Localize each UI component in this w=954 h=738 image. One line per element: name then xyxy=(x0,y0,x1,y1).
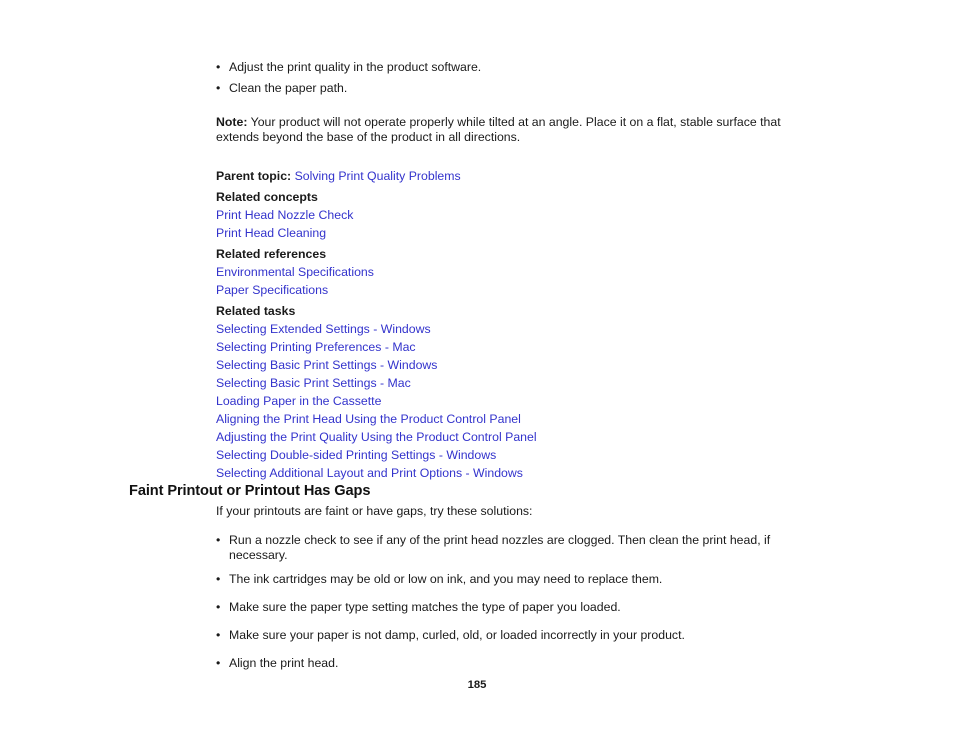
list-item: • Align the print head. xyxy=(216,656,820,671)
related-link[interactable]: Environmental Specifications xyxy=(216,263,820,281)
solutions-bullet-list: • Run a nozzle check to see if any of th… xyxy=(216,533,820,671)
related-link[interactable]: Selecting Double-sided Printing Settings… xyxy=(216,446,820,464)
list-item-text: Align the print head. xyxy=(229,656,339,670)
bullet-dot-icon: • xyxy=(216,572,221,586)
section-heading-container: Faint Printout or Printout Has Gaps xyxy=(129,482,829,500)
note-label: Note: xyxy=(216,115,248,129)
list-item: • Adjust the print quality in the produc… xyxy=(216,60,820,75)
bullet-dot-icon: • xyxy=(216,600,221,614)
list-item-text: The ink cartridges may be old or low on … xyxy=(229,572,663,586)
note-paragraph: Note: Your product will not operate prop… xyxy=(216,115,820,145)
related-group-heading: Related concepts xyxy=(216,190,318,204)
bullet-dot-icon: • xyxy=(216,81,221,95)
note-text: Your product will not operate properly w… xyxy=(216,115,781,144)
related-link[interactable]: Adjusting the Print Quality Using the Pr… xyxy=(216,428,820,446)
parent-topic-link[interactable]: Solving Print Quality Problems xyxy=(295,169,461,183)
related-link[interactable]: Paper Specifications xyxy=(216,281,820,299)
bullet-dot-icon: • xyxy=(216,60,221,74)
related-link[interactable]: Loading Paper in the Cassette xyxy=(216,392,820,410)
top-bullet-list: • Adjust the print quality in the produc… xyxy=(216,60,820,96)
document-page: • Adjust the print quality in the produc… xyxy=(0,0,954,738)
list-item: • The ink cartridges may be old or low o… xyxy=(216,572,820,587)
list-item: • Run a nozzle check to see if any of th… xyxy=(216,533,820,563)
related-link[interactable]: Selecting Printing Preferences - Mac xyxy=(216,338,820,356)
related-link[interactable]: Selecting Basic Print Settings - Mac xyxy=(216,374,820,392)
bullet-dot-icon: • xyxy=(216,533,221,547)
parent-topic-label: Parent topic: xyxy=(216,169,292,183)
related-references-group: Related references Environmental Specifi… xyxy=(216,245,820,299)
bullet-dot-icon: • xyxy=(216,628,221,642)
related-tasks-group: Related tasks Selecting Extended Setting… xyxy=(216,302,820,482)
related-link[interactable]: Aligning the Print Head Using the Produc… xyxy=(216,410,820,428)
list-item: • Make sure your paper is not damp, curl… xyxy=(216,628,820,643)
related-group-heading: Related references xyxy=(216,247,327,261)
list-item-text: Run a nozzle check to see if any of the … xyxy=(229,533,771,562)
related-link[interactable]: Selecting Additional Layout and Print Op… xyxy=(216,464,820,482)
related-group-heading: Related tasks xyxy=(216,304,296,318)
list-item: • Make sure the paper type setting match… xyxy=(216,600,820,615)
list-item-text: Adjust the print quality in the product … xyxy=(229,60,482,74)
related-concepts-group: Related concepts Print Head Nozzle Check… xyxy=(216,188,820,242)
intro-paragraph: If your printouts are faint or have gaps… xyxy=(216,504,533,518)
list-item-text: Clean the paper path. xyxy=(229,81,348,95)
related-link[interactable]: Print Head Nozzle Check xyxy=(216,206,820,224)
list-item-text: Make sure your paper is not damp, curled… xyxy=(229,628,685,642)
bullet-dot-icon: • xyxy=(216,656,221,670)
list-item-text: Make sure the paper type setting matches… xyxy=(229,600,621,614)
related-link[interactable]: Selecting Basic Print Settings - Windows xyxy=(216,356,820,374)
related-link[interactable]: Selecting Extended Settings - Windows xyxy=(216,320,820,338)
top-content-block: • Adjust the print quality in the produc… xyxy=(216,60,820,482)
page-number: 185 xyxy=(467,679,487,691)
faint-printout-content: If your printouts are faint or have gaps… xyxy=(216,504,820,671)
parent-topic-line: Parent topic: Solving Print Quality Prob… xyxy=(216,167,820,185)
page-title: Faint Printout or Printout Has Gaps xyxy=(129,483,371,499)
related-link[interactable]: Print Head Cleaning xyxy=(216,224,820,242)
list-item: • Clean the paper path. xyxy=(216,81,820,96)
